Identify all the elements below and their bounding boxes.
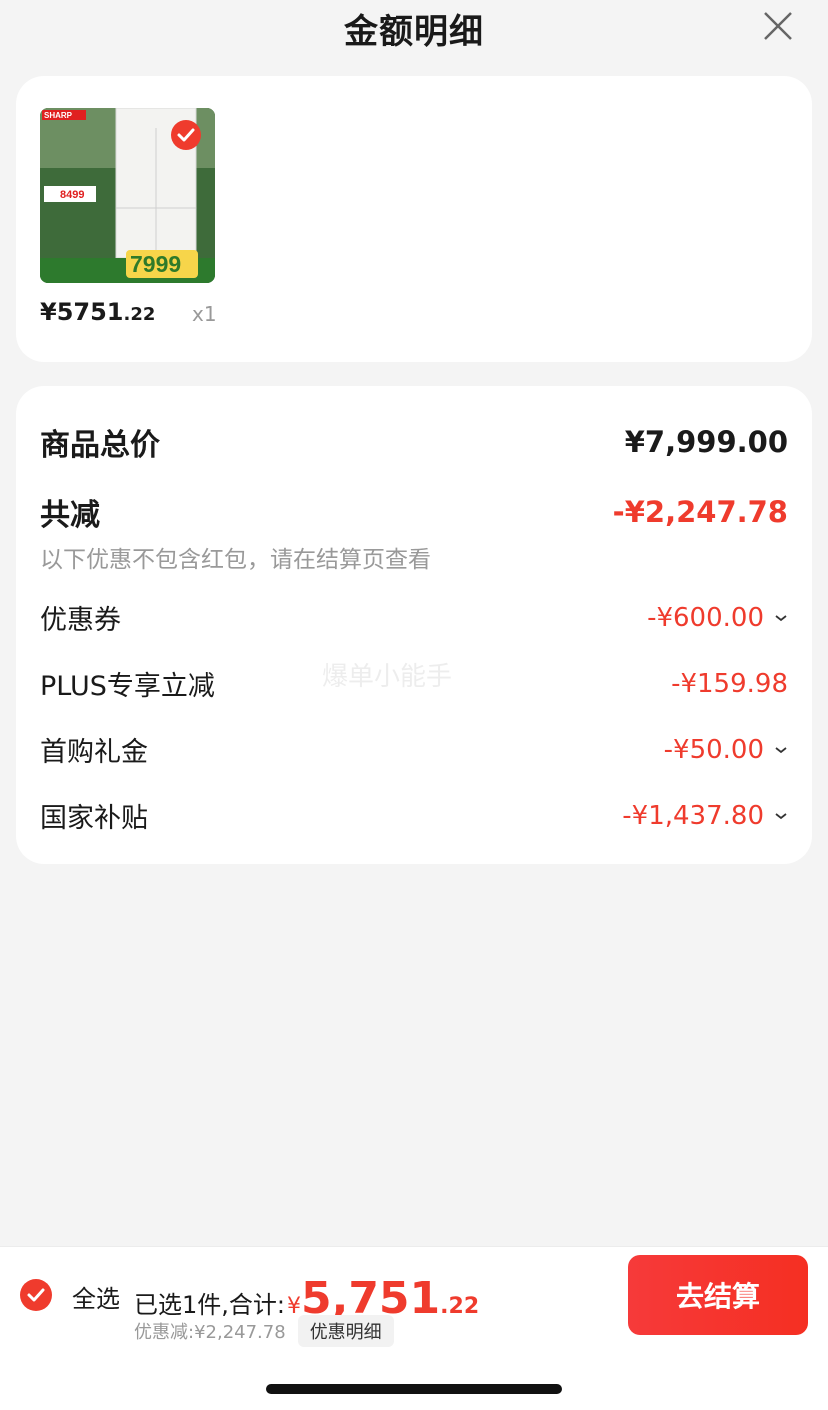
- header: 金额明细: [0, 0, 828, 58]
- product-quantity: x1: [192, 302, 217, 326]
- discount-value: -¥600.00: [647, 602, 764, 633]
- product-card: SHARP 8499 7999 ¥5751.22 x1: [16, 76, 812, 362]
- product-price-int: ¥5751: [40, 298, 124, 326]
- discount-summary: 优惠减:¥2,247.78 优惠明细: [134, 1315, 394, 1347]
- discount-hint: 以下优惠不包含红包，请在结算页查看: [40, 547, 431, 573]
- discount-row-subsidy[interactable]: 国家补贴 -¥1,437.80: [40, 796, 788, 835]
- chevron-down-icon[interactable]: [774, 613, 788, 623]
- discount-value: -¥1,437.80: [622, 800, 764, 831]
- svg-text:8499: 8499: [60, 189, 84, 201]
- select-all-label[interactable]: 全选: [72, 1279, 120, 1314]
- price-summary-card: 商品总价 ¥7,999.00 共减 -¥2,247.78 以下优惠不包含红包，请…: [16, 386, 812, 864]
- promo-price-text: 7999: [130, 251, 181, 277]
- product-price-dec: .22: [123, 304, 156, 325]
- product-thumbnail[interactable]: SHARP 8499 7999: [40, 108, 215, 283]
- page-title: 金额明细: [344, 12, 484, 52]
- chevron-down-icon[interactable]: [774, 811, 788, 821]
- reduce-row: 共减 -¥2,247.78: [40, 490, 788, 534]
- discount-detail-button[interactable]: 优惠明细: [297, 1315, 394, 1347]
- total-label: 商品总价: [40, 428, 160, 463]
- reduce-label: 共减: [40, 498, 100, 533]
- brand-text: SHARP: [44, 111, 73, 120]
- total-row: 商品总价 ¥7,999.00: [40, 420, 788, 464]
- close-icon[interactable]: [762, 10, 794, 42]
- product-price: ¥5751.22: [40, 298, 155, 326]
- discount-label: PLUS专享立减: [40, 671, 215, 702]
- discount-value: -¥50.00: [663, 734, 764, 765]
- discount-label: 优惠券: [40, 605, 121, 636]
- discount-label: 首购礼金: [40, 737, 148, 768]
- discount-row-first-purchase[interactable]: 首购礼金 -¥50.00: [40, 730, 788, 769]
- discount-label: 国家补贴: [40, 803, 148, 834]
- watermark: 爆单小能手: [322, 662, 453, 692]
- discount-row-coupon[interactable]: 优惠券 -¥600.00: [40, 598, 788, 637]
- checkout-button[interactable]: 去结算: [628, 1255, 808, 1335]
- product-image: SHARP 8499 7999: [40, 108, 215, 283]
- check-circle-icon[interactable]: [20, 1279, 52, 1311]
- total-value: ¥7,999.00: [624, 425, 788, 459]
- discount-value: -¥159.98: [671, 668, 788, 699]
- home-indicator[interactable]: [266, 1384, 562, 1394]
- discount-text: 优惠减:¥2,247.78: [134, 1322, 286, 1343]
- reduce-value: -¥2,247.78: [612, 495, 788, 529]
- total-dec: .22: [440, 1294, 480, 1319]
- chevron-down-icon[interactable]: [774, 745, 788, 755]
